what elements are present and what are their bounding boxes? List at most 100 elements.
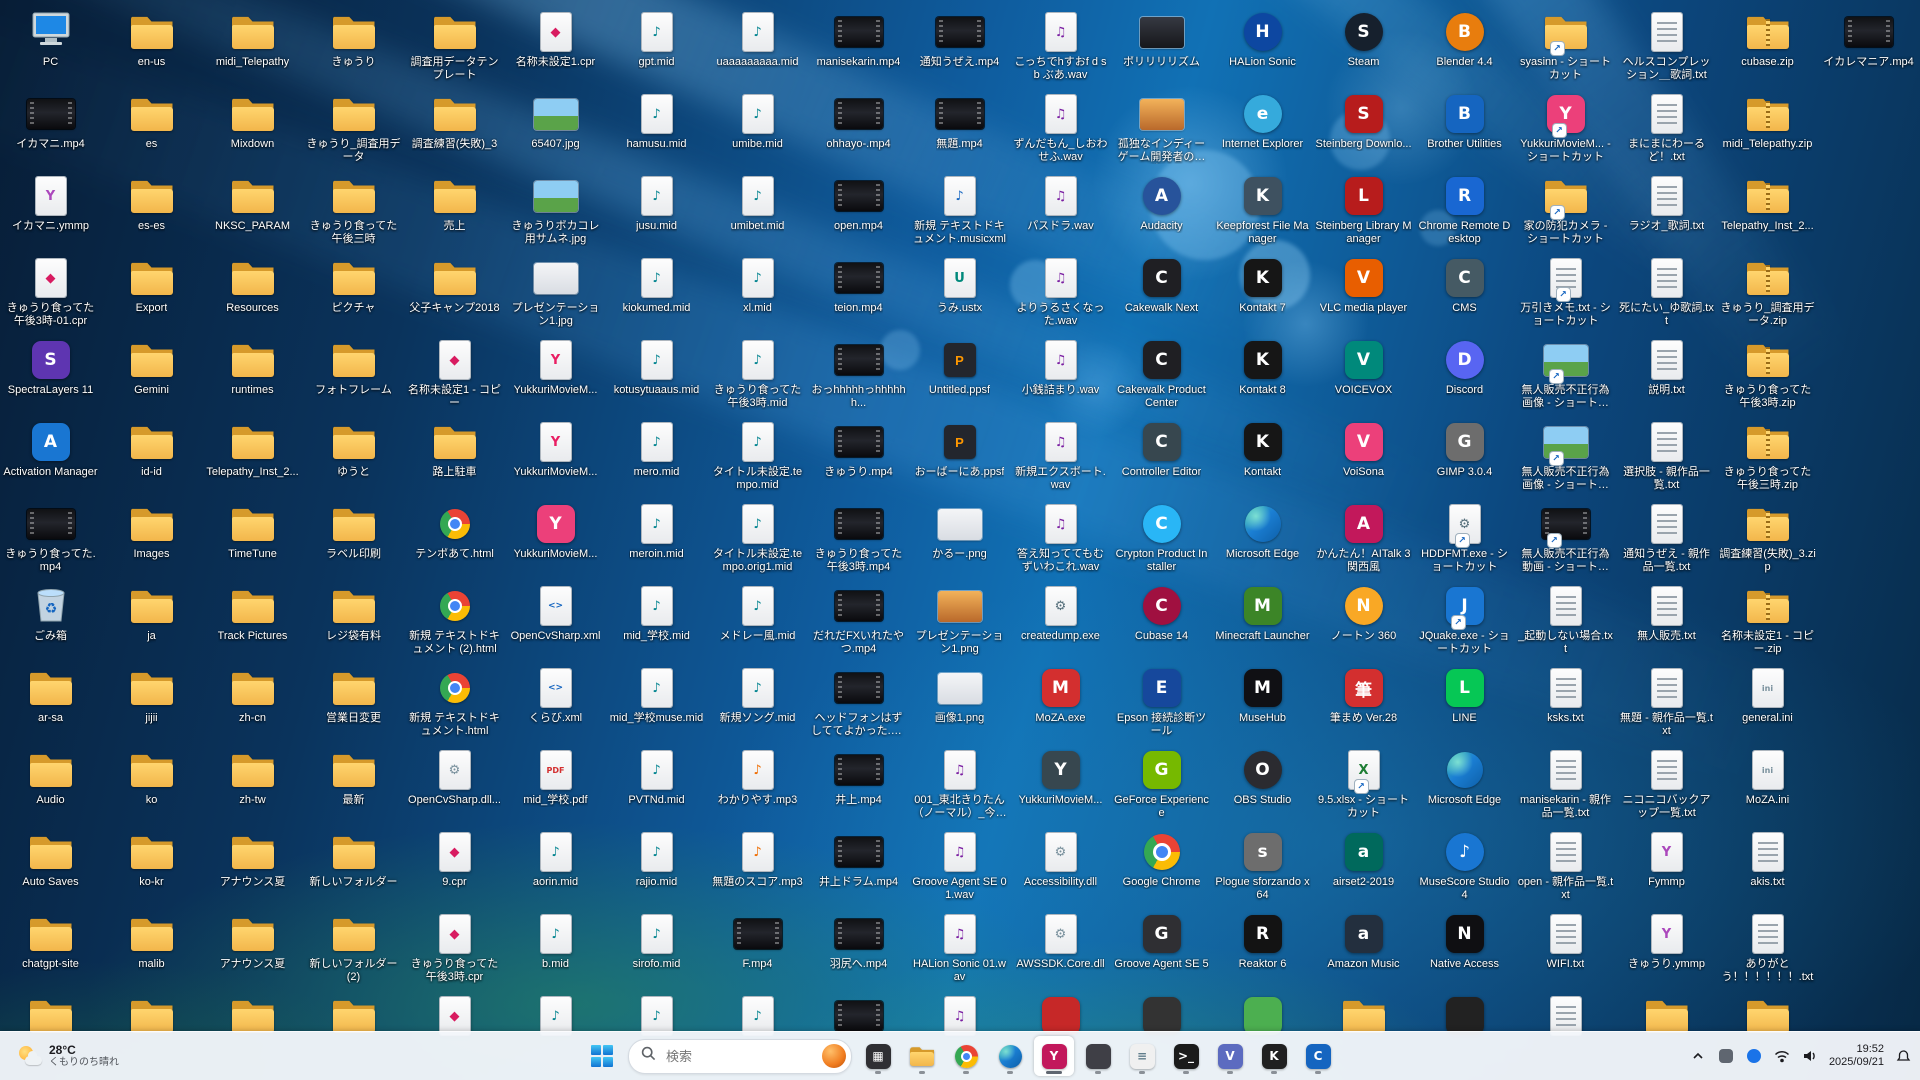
desktop-icon[interactable]: V VOICEVOX — [1313, 336, 1414, 418]
desktop-icon[interactable]: ♪ meroin.mid — [606, 500, 707, 582]
desktop-icon[interactable]: ♪ わかりやす.mp3 — [707, 746, 808, 828]
desktop[interactable]: PC イカマニ.mp4 Y イカマニ.ymmp ◆ きゅうり食ってた午後3時-01.cpr… — [0, 0, 1920, 1080]
desktop-icon[interactable]: ko — [101, 746, 202, 828]
desktop-icon[interactable]: 調査練習(失敗)_3.zip — [1717, 500, 1818, 582]
desktop-icon[interactable]: ♪ kotusytuaaus.mid — [606, 336, 707, 418]
desktop-icon[interactable]: ◆ 名称未設定1 - コピー — [404, 336, 505, 418]
desktop-icon[interactable]: V VLC media player — [1313, 254, 1414, 336]
desktop-icon[interactable]: Mixdown — [202, 90, 303, 172]
desktop-icon[interactable]: B Brother Utilities — [1414, 90, 1515, 172]
desktop-icon[interactable]: teion.mp4 — [808, 254, 909, 336]
tray-bluetooth-icon[interactable] — [1745, 1043, 1763, 1069]
desktop-icon[interactable]: ♪ umibe.mid — [707, 90, 808, 172]
desktop-icon[interactable]: ↗ syasinn - ショートカット — [1515, 8, 1616, 90]
desktop-icon[interactable]: 最新 — [303, 746, 404, 828]
desktop-icon[interactable]: TimeTune — [202, 500, 303, 582]
desktop-icon[interactable]: ♪ gpt.mid — [606, 8, 707, 90]
desktop-icon[interactable]: ohhayo-.mp4 — [808, 90, 909, 172]
desktop-icon[interactable]: M MoZA.exe — [1010, 664, 1111, 746]
desktop-icon[interactable]: 井上.mp4 — [808, 746, 909, 828]
desktop-icon[interactable]: ありがとう！！！！！！.txt — [1717, 910, 1818, 992]
desktop-icon[interactable]: ♪ kiokumed.mid — [606, 254, 707, 336]
desktop-icon[interactable]: ini MoZA.ini — [1717, 746, 1818, 828]
desktop-icon[interactable]: Telepathy_Inst_2... — [1717, 172, 1818, 254]
desktop-icon[interactable]: open.mp4 — [808, 172, 909, 254]
desktop-icon[interactable]: ♪ mero.mid — [606, 418, 707, 500]
desktop-icon[interactable]: <> OpenCvSharp.xml — [505, 582, 606, 664]
desktop-icon[interactable]: ♪ xl.mid — [707, 254, 808, 336]
desktop-icon[interactable]: Y YukkuriMovieM... — [1010, 746, 1111, 828]
desktop-icon[interactable]: Y YukkuriMovieM... — [505, 336, 606, 418]
desktop-icon[interactable]: zh-tw — [202, 746, 303, 828]
desktop-icon[interactable]: ♪ mid_学校.mid — [606, 582, 707, 664]
desktop-icon[interactable]: C Cakewalk Product Center — [1111, 336, 1212, 418]
desktop-icon[interactable]: 営業日変更 — [303, 664, 404, 746]
taskbar-file-explorer[interactable] — [902, 1036, 942, 1076]
desktop-icon[interactable]: e Internet Explorer — [1212, 90, 1313, 172]
desktop-icon[interactable]: K Kontakt 8 — [1212, 336, 1313, 418]
desktop-icon[interactable]: イカマニ.mp4 — [0, 90, 101, 172]
desktop-icon[interactable]: ⚙ AWSSDK.Core.dll — [1010, 910, 1111, 992]
desktop-icon[interactable]: イカレマニア.mp4 — [1818, 8, 1919, 90]
desktop-icon[interactable]: 説明.txt — [1616, 336, 1717, 418]
desktop-icon[interactable]: S Steinberg Downlo... — [1313, 90, 1414, 172]
desktop-icon[interactable]: manisekarin.mp4 — [808, 8, 909, 90]
taskbar-terminal[interactable]: >_ — [1166, 1036, 1206, 1076]
desktop-icon[interactable]: ニコニコバックアップ一覧.txt — [1616, 746, 1717, 828]
desktop-icon[interactable]: C Cakewalk Next — [1111, 254, 1212, 336]
desktop-icon[interactable]: プレゼンテーション1.jpg — [505, 254, 606, 336]
desktop-icon[interactable]: P おーばーにあ.ppsf — [909, 418, 1010, 500]
desktop-icon[interactable]: Track Pictures — [202, 582, 303, 664]
search-daily-image-icon[interactable] — [822, 1044, 846, 1068]
desktop-icon[interactable]: D Discord — [1414, 336, 1515, 418]
desktop-icon[interactable]: NKSC_PARAM — [202, 172, 303, 254]
desktop-icon[interactable]: B Blender 4.4 — [1414, 8, 1515, 90]
desktop-icon[interactable]: 画像1.png — [909, 664, 1010, 746]
desktop-icon[interactable]: M Minecraft Launcher — [1212, 582, 1313, 664]
desktop-icon[interactable]: ⚙ ↗ HDDFMT.exe - ショートカット — [1414, 500, 1515, 582]
desktop-icon[interactable]: WIFI.txt — [1515, 910, 1616, 992]
desktop-icon[interactable]: ♪ きゅうり食ってた午後3時.mid — [707, 336, 808, 418]
desktop-icon[interactable]: K Kontakt 7 — [1212, 254, 1313, 336]
desktop-icon[interactable]: L Steinberg Library Manager — [1313, 172, 1414, 254]
desktop-icon[interactable]: ♪ PVTNd.mid — [606, 746, 707, 828]
desktop-icon[interactable]: J ↗ JQuake.exe - ショートカット — [1414, 582, 1515, 664]
clock[interactable]: 19:52 2025/09/21 — [1829, 1043, 1884, 1069]
desktop-icon[interactable]: A かんたん！AITalk 3 関西風 — [1313, 500, 1414, 582]
desktop-icon[interactable]: ♫ Groove Agent SE 01.wav — [909, 828, 1010, 910]
desktop-icon[interactable]: ♪ b.mid — [505, 910, 606, 992]
desktop-icon[interactable]: Microsoft Edge — [1414, 746, 1515, 828]
desktop-icon[interactable]: S SpectraLayers 11 — [0, 336, 101, 418]
desktop-icon[interactable]: ♪ umibet.mid — [707, 172, 808, 254]
desktop-icon[interactable]: A Activation Manager — [0, 418, 101, 500]
desktop-icon[interactable]: <> くらび.xml — [505, 664, 606, 746]
desktop-icon[interactable]: ↗無人販売不正行為画像 - ショートカッ... — [1515, 336, 1616, 418]
desktop-icon[interactable]: ◆ きゅうり食ってた午後3時-01.cpr — [0, 254, 101, 336]
desktop-icon[interactable]: P Untitled.ppsf — [909, 336, 1010, 418]
desktop-icon[interactable]: ♪ mid_学校muse.mid — [606, 664, 707, 746]
desktop-icon[interactable]: F.mp4 — [707, 910, 808, 992]
desktop-icon[interactable]: ko-kr — [101, 828, 202, 910]
desktop-icon[interactable]: アナウンス夏 — [202, 828, 303, 910]
desktop-icon[interactable]: M MuseHub — [1212, 664, 1313, 746]
desktop-icon[interactable]: ヘッドフォンはずしててよかった.mp4 — [808, 664, 909, 746]
desktop-icon[interactable]: ♪ 無題のスコア.mp3 — [707, 828, 808, 910]
desktop-icon[interactable]: manisekarin - 親作品一覧.txt — [1515, 746, 1616, 828]
desktop-icon[interactable]: ↗無人販売不正行為動画 - ショートカット — [1515, 500, 1616, 582]
desktop-icon[interactable]: ♪ aorin.mid — [505, 828, 606, 910]
desktop-icon[interactable]: midi_Telepathy.zip — [1717, 90, 1818, 172]
desktop-icon[interactable]: 無人販売.txt — [1616, 582, 1717, 664]
desktop-icon[interactable]: ⚙ Accessibility.dll — [1010, 828, 1111, 910]
taskbar-app-window[interactable] — [1078, 1036, 1118, 1076]
wifi-icon[interactable] — [1773, 1043, 1791, 1069]
desktop-icon[interactable]: ♫001_東北きりたん（ノーマル）_今じゃ... — [909, 746, 1010, 828]
desktop-icon[interactable]: Y きゅうり.ymmp — [1616, 910, 1717, 992]
desktop-icon[interactable]: 65407.jpg — [505, 90, 606, 172]
desktop-icon[interactable]: きゅうり食ってた.mp4 — [0, 500, 101, 582]
desktop-icon[interactable]: 孤独なインディーゲーム開発者の一生... — [1111, 90, 1212, 172]
desktop-icon[interactable]: 名称未設定1 - コピー.zip — [1717, 582, 1818, 664]
desktop-icon[interactable]: ♫ ずんだもん_しおわせふ.wav — [1010, 90, 1111, 172]
desktop-icon[interactable]: 選択肢 - 親作品一覧.txt — [1616, 418, 1717, 500]
desktop-icon[interactable]: cubase.zip — [1717, 8, 1818, 90]
desktop-icon[interactable]: V VoiSona — [1313, 418, 1414, 500]
